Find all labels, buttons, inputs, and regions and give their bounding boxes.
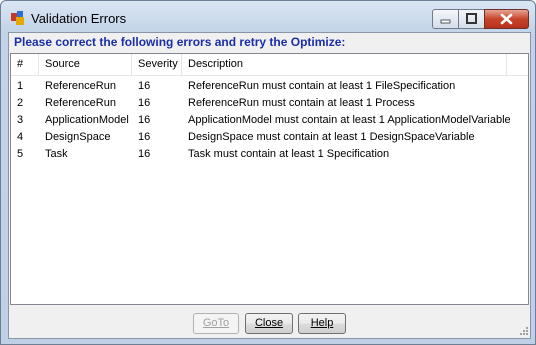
goto-label: GoTo bbox=[202, 317, 230, 329]
column-header-number[interactable]: # bbox=[11, 54, 39, 75]
cell-number: 1 bbox=[17, 80, 24, 92]
close-window-button[interactable] bbox=[484, 9, 529, 29]
resize-grip-icon[interactable] bbox=[518, 325, 528, 335]
cell-number: 4 bbox=[17, 131, 24, 143]
minimize-icon bbox=[440, 19, 451, 24]
title-bar[interactable]: Validation Errors bbox=[1, 1, 535, 32]
cell-number: 2 bbox=[17, 97, 24, 109]
goto-button[interactable]: GoTo bbox=[193, 313, 239, 334]
maximize-icon bbox=[466, 13, 477, 24]
dialog-client-area: Please correct the following errors and … bbox=[8, 32, 531, 339]
cell-number: 3 bbox=[17, 114, 24, 126]
list-header: # Source Severity Description bbox=[11, 54, 528, 76]
maximize-button[interactable] bbox=[458, 9, 485, 29]
close-icon bbox=[500, 13, 513, 25]
list-item[interactable]: 2 ReferenceRun 16 ReferenceRun must cont… bbox=[11, 95, 528, 112]
cell-severity: 16 bbox=[138, 80, 151, 92]
column-header-source[interactable]: Source bbox=[39, 54, 132, 75]
window-title: Validation Errors bbox=[31, 11, 127, 26]
cell-source: Task bbox=[45, 148, 68, 160]
cell-severity: 16 bbox=[138, 148, 151, 160]
cell-source: DesignSpace bbox=[45, 131, 111, 143]
list-item[interactable]: 5 Task 16 Task must contain at least 1 S… bbox=[11, 146, 528, 163]
column-header-description[interactable]: Description bbox=[182, 54, 507, 75]
error-banner: Please correct the following errors and … bbox=[14, 35, 346, 49]
list-item[interactable]: 1 ReferenceRun 16 ReferenceRun must cont… bbox=[11, 78, 528, 95]
cell-source: ApplicationModel bbox=[45, 114, 129, 126]
cell-severity: 16 bbox=[138, 97, 151, 109]
dialog-window: Validation Errors Please correct the fol… bbox=[0, 0, 536, 345]
app-icon bbox=[11, 11, 24, 25]
cell-source: ReferenceRun bbox=[45, 80, 116, 92]
cell-description: ReferenceRun must contain at least 1 Pro… bbox=[188, 97, 415, 109]
list-item[interactable]: 3 ApplicationModel 16 ApplicationModel m… bbox=[11, 112, 528, 129]
cell-severity: 16 bbox=[138, 131, 151, 143]
cell-source: ReferenceRun bbox=[45, 97, 116, 109]
close-label: Close bbox=[254, 317, 284, 329]
help-button[interactable]: Help bbox=[298, 313, 346, 334]
errors-list[interactable]: # Source Severity Description 1 Referenc… bbox=[10, 53, 529, 305]
cell-description: ApplicationModel must contain at least 1… bbox=[188, 114, 511, 126]
cell-description: DesignSpace must contain at least 1 Desi… bbox=[188, 131, 475, 143]
cell-description: ReferenceRun must contain at least 1 Fil… bbox=[188, 80, 456, 92]
close-button[interactable]: Close bbox=[245, 313, 293, 334]
minimize-button[interactable] bbox=[432, 9, 459, 29]
button-bar: GoTo Close Help bbox=[9, 307, 530, 337]
column-header-severity[interactable]: Severity bbox=[132, 54, 182, 75]
cell-description: Task must contain at least 1 Specificati… bbox=[188, 148, 390, 160]
cell-number: 5 bbox=[17, 148, 24, 160]
help-label: Help bbox=[310, 317, 334, 329]
cell-severity: 16 bbox=[138, 114, 151, 126]
list-item[interactable]: 4 DesignSpace 16 DesignSpace must contai… bbox=[11, 129, 528, 146]
column-header-filler bbox=[507, 54, 529, 75]
